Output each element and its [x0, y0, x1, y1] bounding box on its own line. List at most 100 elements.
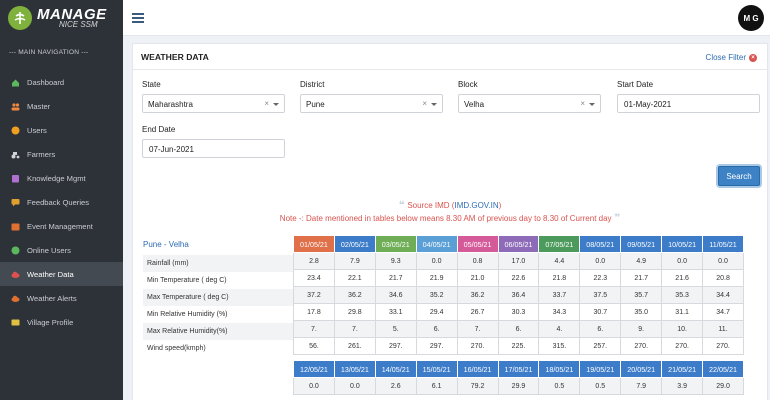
row-label: Min Relative Humidity (%) — [147, 311, 228, 318]
table-cell: 4. — [538, 320, 581, 338]
weather-table-1: 01/05/21 02/05/21 03/05/21 04/05/21 05/05/21… — [293, 235, 744, 355]
table-cell: 0.0 — [293, 377, 335, 395]
start-date-input[interactable]: 01-May-2021 — [617, 94, 760, 113]
source-note: ❝ Source IMD (IMD.GOV.IN) — [133, 200, 767, 211]
table-cell: 7. — [293, 320, 335, 338]
clear-icon[interactable]: × — [422, 99, 427, 108]
sidebar-item-farmers[interactable]: Farmers — [0, 142, 123, 166]
table-cell: 0.0 — [702, 252, 744, 270]
row-label: Min Temperature ( deg C) — [147, 277, 227, 284]
table-cell: 29.9 — [497, 377, 540, 395]
table-cell: 29.0 — [702, 377, 744, 395]
date-header: 04/05/21 — [415, 235, 458, 253]
table-cell: 0.0 — [579, 252, 622, 270]
date-header: 11/05/21 — [702, 235, 744, 253]
block-select[interactable]: Velha × — [458, 94, 601, 113]
date-header: 02/05/21 — [333, 235, 376, 253]
weather-table-2: 12/05/21 13/05/21 14/05/21 15/05/21 16/05/21… — [293, 360, 744, 395]
sidebar-item-label: Weather Data — [27, 269, 74, 279]
table-cell: 7. — [456, 320, 499, 338]
menu-toggle-icon[interactable] — [132, 13, 144, 23]
close-filter-button[interactable]: Close Filter × — [706, 53, 757, 62]
table-cell: 6. — [579, 320, 622, 338]
clear-icon[interactable]: × — [264, 99, 269, 108]
table-cell: 270. — [702, 337, 744, 355]
sidebar-item-users[interactable]: Users — [0, 118, 123, 142]
app-logo[interactable]: MANAGE NICE SSM — [0, 0, 123, 36]
state-label: State — [142, 80, 161, 89]
sidebar-item-label: Farmers — [27, 149, 56, 159]
chevron-down-icon — [431, 103, 437, 106]
date-header: 19/05/21 — [579, 360, 622, 378]
logo-mark-icon — [8, 6, 32, 30]
table-cell: 7.9 — [620, 377, 663, 395]
sidebar-item-master[interactable]: Master — [0, 94, 123, 118]
table-cell: 9. — [620, 320, 663, 338]
sidebar-item-weather-data[interactable]: Weather Data — [0, 262, 123, 286]
sidebar-item-label: Village Profile — [27, 317, 74, 327]
sidebar-item-label: Feedback Queries — [27, 197, 90, 207]
search-button[interactable]: Search — [718, 166, 760, 186]
date-header: 10/05/21 — [661, 235, 704, 253]
table-cell: 35.2 — [415, 286, 458, 304]
location-label: Pune - Velha — [143, 240, 189, 249]
user-circle-icon — [11, 126, 20, 135]
quote-close-icon: ❞ — [611, 213, 621, 224]
table-cell: 297. — [374, 337, 417, 355]
district-label: District — [300, 80, 325, 89]
table-cell: 35.0 — [620, 303, 663, 321]
table-cell: 261. — [333, 337, 376, 355]
sidebar-item-dashboard[interactable]: Dashboard — [0, 70, 123, 94]
state-select[interactable]: Maharashtra × — [142, 94, 285, 113]
table-cell: 6. — [415, 320, 458, 338]
table-cell: 56. — [293, 337, 335, 355]
table-row: 56. 261. 297. 297. 270. 225. 315. 257. 270. 270. 2… — [293, 337, 744, 355]
block-value: Velha — [464, 100, 485, 109]
date-header: 05/05/21 — [456, 235, 499, 253]
table-cell: 34.3 — [538, 303, 581, 321]
table-cell: 23.4 — [293, 269, 335, 287]
table-cell: 21.8 — [538, 269, 581, 287]
sidebar-item-online-users[interactable]: Online Users — [0, 238, 123, 262]
clear-icon[interactable]: × — [580, 99, 585, 108]
sidebar-item-knowledge-mgmt[interactable]: Knowledge Mgmt — [0, 166, 123, 190]
state-value: Maharashtra — [148, 100, 193, 109]
table-row: 7. 7. 5. 6. 7. 6. 4. 6. 9. 10. 11. — [293, 320, 744, 338]
table-cell: 35.7 — [620, 286, 663, 304]
table-cell: 33.7 — [538, 286, 581, 304]
table-cell: 36.4 — [497, 286, 540, 304]
table-cell: 29.4 — [415, 303, 458, 321]
close-icon: × — [749, 53, 757, 62]
user-avatar[interactable]: M G — [738, 5, 764, 31]
table-cell: 21.0 — [456, 269, 499, 287]
sidebar-item-village-profile[interactable]: Village Profile — [0, 310, 123, 334]
sidebar-item-event-management[interactable]: Event Management — [0, 214, 123, 238]
sidebar-item-label: Online Users — [27, 245, 71, 255]
card-title: WEATHER DATA — [141, 52, 209, 62]
table-cell: 34.4 — [702, 286, 744, 304]
table-cell: 4.9 — [620, 252, 663, 270]
table-row: 17.8 29.8 33.1 29.4 26.7 30.3 34.3 30.7 35.0 31.1… — [293, 303, 744, 321]
source-link[interactable]: IMD.GOV.IN — [454, 201, 498, 210]
sidebar-item-feedback-queries[interactable]: Feedback Queries — [0, 190, 123, 214]
chat-icon — [11, 198, 20, 207]
sidebar-item-weather-alerts[interactable]: Weather Alerts — [0, 286, 123, 310]
table-cell: 26.7 — [456, 303, 499, 321]
date-header: 16/05/21 — [456, 360, 499, 378]
table-cell: 270. — [620, 337, 663, 355]
table-cell: 6.1 — [415, 377, 458, 395]
sidebar-item-label: Weather Alerts — [27, 293, 77, 303]
table-cell: 36.2 — [456, 286, 499, 304]
source-suffix: ) — [498, 201, 502, 210]
users-icon — [11, 102, 20, 111]
table-cell: 21.7 — [620, 269, 663, 287]
table-row: 2.8 7.9 9.3 0.0 0.8 17.0 4.4 0.0 4.9 0.0 0.0 — [293, 252, 744, 270]
table-cell: 270. — [456, 337, 499, 355]
globe-icon — [11, 246, 20, 255]
table-row: 23.4 22.1 21.7 21.9 21.0 22.6 21.8 22.3 21.7 21.6… — [293, 269, 744, 287]
table-cell: 225. — [497, 337, 540, 355]
district-select[interactable]: Pune × — [300, 94, 443, 113]
table-cell: 2.8 — [293, 252, 335, 270]
end-date-input[interactable]: 07-Jun-2021 — [142, 139, 285, 158]
table-cell: 30.7 — [579, 303, 622, 321]
